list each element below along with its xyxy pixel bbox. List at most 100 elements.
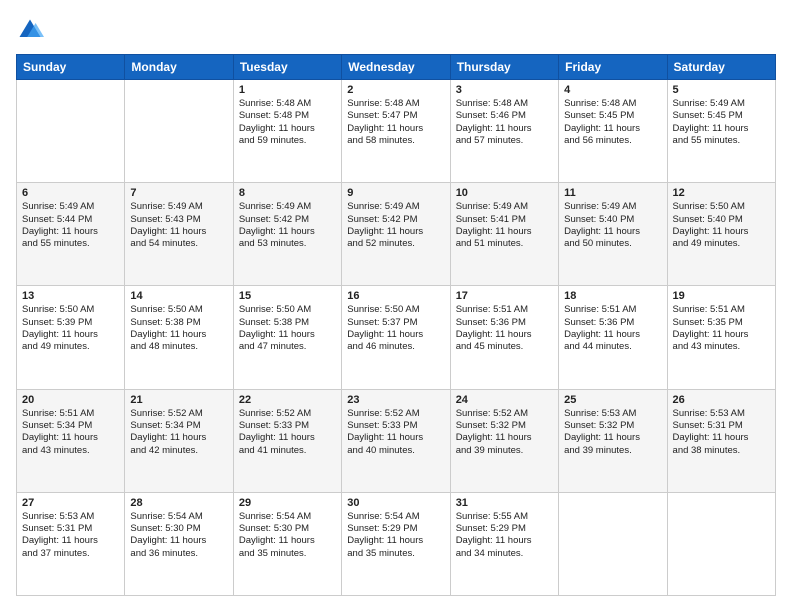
cell-info-line: Sunset: 5:29 PM bbox=[347, 523, 444, 535]
calendar-week-row: 20Sunrise: 5:51 AMSunset: 5:34 PMDayligh… bbox=[17, 389, 776, 492]
cell-info-line: and 47 minutes. bbox=[239, 341, 336, 353]
calendar-header: SundayMondayTuesdayWednesdayThursdayFrid… bbox=[17, 55, 776, 80]
cell-info-line: Daylight: 11 hours bbox=[564, 432, 661, 444]
cell-info-line: Daylight: 11 hours bbox=[456, 226, 553, 238]
day-number: 27 bbox=[22, 497, 119, 509]
cell-info-line: Sunset: 5:34 PM bbox=[130, 420, 227, 432]
logo bbox=[16, 16, 46, 44]
weekday-header: Monday bbox=[125, 55, 233, 80]
day-number: 1 bbox=[239, 84, 336, 96]
cell-info-line: Sunrise: 5:52 AM bbox=[347, 408, 444, 420]
cell-info-line: Daylight: 11 hours bbox=[564, 123, 661, 135]
cell-info-line: and 37 minutes. bbox=[22, 548, 119, 560]
cell-info-line: Daylight: 11 hours bbox=[22, 432, 119, 444]
calendar-cell: 13Sunrise: 5:50 AMSunset: 5:39 PMDayligh… bbox=[17, 286, 125, 389]
cell-info-line: and 53 minutes. bbox=[239, 238, 336, 250]
day-number: 31 bbox=[456, 497, 553, 509]
cell-info-line: Daylight: 11 hours bbox=[347, 329, 444, 341]
calendar-week-row: 6Sunrise: 5:49 AMSunset: 5:44 PMDaylight… bbox=[17, 183, 776, 286]
cell-info-line: Sunset: 5:41 PM bbox=[456, 214, 553, 226]
cell-info-line: and 48 minutes. bbox=[130, 341, 227, 353]
calendar-week-row: 1Sunrise: 5:48 AMSunset: 5:48 PMDaylight… bbox=[17, 80, 776, 183]
cell-info-line: Sunrise: 5:48 AM bbox=[239, 98, 336, 110]
cell-info-line: and 38 minutes. bbox=[673, 445, 770, 457]
cell-info-line: Sunrise: 5:49 AM bbox=[564, 201, 661, 213]
cell-info-line: Sunrise: 5:55 AM bbox=[456, 511, 553, 523]
cell-info-line: Sunrise: 5:49 AM bbox=[130, 201, 227, 213]
cell-info-line: Sunset: 5:45 PM bbox=[564, 110, 661, 122]
day-number: 23 bbox=[347, 394, 444, 406]
cell-info-line: Sunrise: 5:49 AM bbox=[456, 201, 553, 213]
cell-info-line: and 49 minutes. bbox=[673, 238, 770, 250]
calendar-cell: 4Sunrise: 5:48 AMSunset: 5:45 PMDaylight… bbox=[559, 80, 667, 183]
day-number: 16 bbox=[347, 290, 444, 302]
cell-info-line: Daylight: 11 hours bbox=[130, 432, 227, 444]
day-number: 25 bbox=[564, 394, 661, 406]
calendar-cell: 9Sunrise: 5:49 AMSunset: 5:42 PMDaylight… bbox=[342, 183, 450, 286]
cell-info-line: Daylight: 11 hours bbox=[456, 432, 553, 444]
cell-info-line: Daylight: 11 hours bbox=[564, 329, 661, 341]
calendar-cell: 22Sunrise: 5:52 AMSunset: 5:33 PMDayligh… bbox=[233, 389, 341, 492]
calendar-cell bbox=[17, 80, 125, 183]
cell-info-line: and 50 minutes. bbox=[564, 238, 661, 250]
cell-info-line: Sunrise: 5:51 AM bbox=[22, 408, 119, 420]
cell-info-line: Sunrise: 5:52 AM bbox=[130, 408, 227, 420]
day-number: 18 bbox=[564, 290, 661, 302]
calendar-cell: 20Sunrise: 5:51 AMSunset: 5:34 PMDayligh… bbox=[17, 389, 125, 492]
cell-info-line: Daylight: 11 hours bbox=[456, 123, 553, 135]
cell-info-line: Sunrise: 5:54 AM bbox=[239, 511, 336, 523]
calendar-cell: 16 Sunrise: 5:50 AMSunset: 5:37 PMDayligh… bbox=[342, 286, 450, 389]
weekday-header: Thursday bbox=[450, 55, 558, 80]
day-number: 8 bbox=[239, 187, 336, 199]
calendar-cell: 1Sunrise: 5:48 AMSunset: 5:48 PMDaylight… bbox=[233, 80, 341, 183]
cell-info-line: Daylight: 11 hours bbox=[673, 123, 770, 135]
cell-info-line: Sunrise: 5:53 AM bbox=[22, 511, 119, 523]
cell-info-line: Sunrise: 5:50 AM bbox=[347, 304, 444, 316]
cell-info-line: Sunset: 5:35 PM bbox=[673, 317, 770, 329]
day-number: 3 bbox=[456, 84, 553, 96]
day-number: 26 bbox=[673, 394, 770, 406]
cell-info-line: Sunset: 5:45 PM bbox=[673, 110, 770, 122]
cell-info-line: and 42 minutes. bbox=[130, 445, 227, 457]
day-number: 10 bbox=[456, 187, 553, 199]
cell-info-line: Sunset: 5:37 PM bbox=[347, 317, 444, 329]
cell-info-line: Daylight: 11 hours bbox=[456, 329, 553, 341]
cell-info-line: and 36 minutes. bbox=[130, 548, 227, 560]
cell-info-line: and 55 minutes. bbox=[22, 238, 119, 250]
calendar-cell: 23 Sunrise: 5:52 AMSunset: 5:33 PMDayligh… bbox=[342, 389, 450, 492]
cell-info-line: Sunset: 5:29 PM bbox=[456, 523, 553, 535]
cell-info-line: Sunrise: 5:50 AM bbox=[239, 304, 336, 316]
day-number: 30 bbox=[347, 497, 444, 509]
cell-info-line: and 59 minutes. bbox=[239, 135, 336, 147]
cell-info-line: and 41 minutes. bbox=[239, 445, 336, 457]
cell-info-line: Sunrise: 5:48 AM bbox=[347, 98, 444, 110]
cell-info-line: Daylight: 11 hours bbox=[239, 226, 336, 238]
cell-info-line: Daylight: 11 hours bbox=[239, 535, 336, 547]
calendar-cell: 10 Sunrise: 5:49 AMSunset: 5:41 PMDayligh… bbox=[450, 183, 558, 286]
day-number: 20 bbox=[22, 394, 119, 406]
cell-info-line: Sunrise: 5:53 AM bbox=[564, 408, 661, 420]
calendar-cell: 28Sunrise: 5:54 AMSunset: 5:30 PMDayligh… bbox=[125, 492, 233, 595]
cell-info-line: Sunset: 5:38 PM bbox=[239, 317, 336, 329]
weekday-header: Tuesday bbox=[233, 55, 341, 80]
cell-info-line: Daylight: 11 hours bbox=[347, 535, 444, 547]
calendar-cell: 26Sunrise: 5:53 AMSunset: 5:31 PMDayligh… bbox=[667, 389, 775, 492]
day-number: 28 bbox=[130, 497, 227, 509]
cell-info-line: Daylight: 11 hours bbox=[456, 535, 553, 547]
calendar-week-row: 27Sunrise: 5:53 AMSunset: 5:31 PMDayligh… bbox=[17, 492, 776, 595]
cell-info-line: Sunset: 5:30 PM bbox=[130, 523, 227, 535]
cell-info-line: Daylight: 11 hours bbox=[347, 432, 444, 444]
cell-info-line: Daylight: 11 hours bbox=[673, 432, 770, 444]
calendar-cell bbox=[125, 80, 233, 183]
cell-info-line: Sunset: 5:33 PM bbox=[347, 420, 444, 432]
cell-info-line: Sunrise: 5:49 AM bbox=[673, 98, 770, 110]
calendar-cell: 7Sunrise: 5:49 AMSunset: 5:43 PMDaylight… bbox=[125, 183, 233, 286]
cell-info-line: Daylight: 11 hours bbox=[673, 329, 770, 341]
weekday-header: Wednesday bbox=[342, 55, 450, 80]
cell-info-line: and 45 minutes. bbox=[456, 341, 553, 353]
day-number: 14 bbox=[130, 290, 227, 302]
cell-info-line: Sunset: 5:32 PM bbox=[564, 420, 661, 432]
cell-info-line: and 54 minutes. bbox=[130, 238, 227, 250]
calendar-cell: 17Sunrise: 5:51 AMSunset: 5:36 PMDayligh… bbox=[450, 286, 558, 389]
cell-info-line: Daylight: 11 hours bbox=[130, 226, 227, 238]
